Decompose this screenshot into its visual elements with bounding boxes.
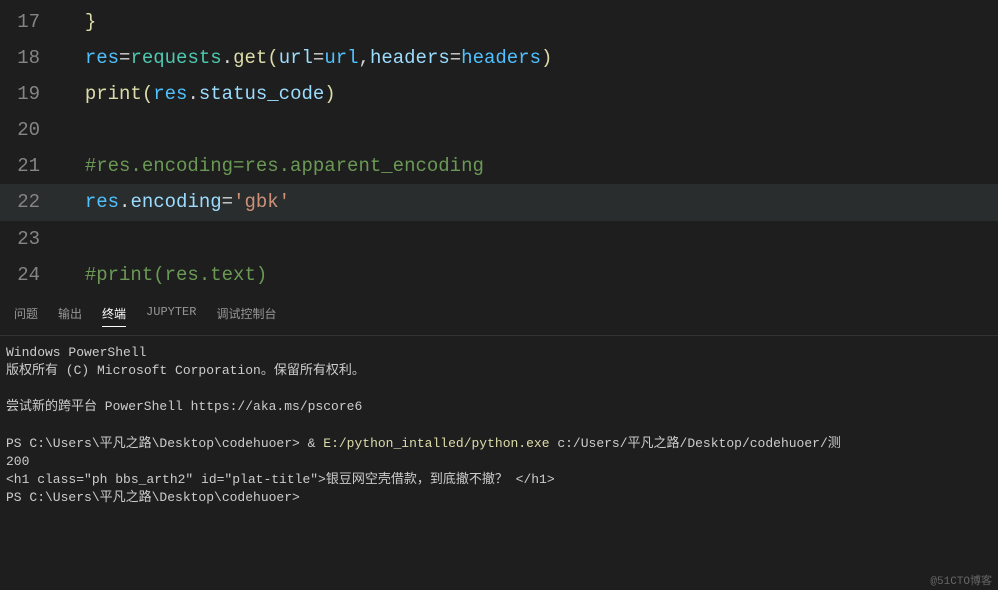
code-content[interactable]: } (62, 4, 998, 40)
tab-jupyter[interactable]: JUPYTER (146, 305, 196, 327)
line-number: 22 (0, 184, 62, 220)
line-number: 18 (0, 40, 62, 76)
panel-tabs: 问题 输出 终端 JUPYTER 调试控制台 (0, 297, 998, 336)
code-content[interactable]: print(res.status_code) (62, 76, 998, 112)
code-content[interactable]: res=requests.get(url=url,headers=headers… (62, 40, 998, 76)
line-number: 19 (0, 76, 62, 112)
terminal-output-line: <h1 class="ph bbs_arth2" id="plat-title"… (6, 471, 992, 489)
code-line[interactable]: 21 #res.encoding=res.apparent_encoding (0, 148, 998, 184)
code-content[interactable]: res.encoding='gbk' (62, 184, 998, 220)
line-number: 20 (0, 112, 62, 148)
terminal-output-line (6, 417, 992, 435)
tab-output[interactable]: 输出 (58, 305, 82, 327)
code-line[interactable]: 22 res.encoding='gbk' (0, 184, 998, 220)
code-line[interactable]: 20 (0, 112, 998, 148)
code-line[interactable]: 17 } (0, 4, 998, 40)
code-editor[interactable]: 17 }18 res=requests.get(url=url,headers=… (0, 0, 998, 297)
line-number: 23 (0, 221, 62, 257)
tab-debug[interactable]: 调试控制台 (216, 305, 276, 327)
code-line[interactable]: 24 #print(res.text) (0, 257, 998, 293)
terminal-output-line: 200 (6, 453, 992, 471)
terminal-output-line: Windows PowerShell (6, 344, 992, 362)
terminal-output-line: 版权所有 (C) Microsoft Corporation。保留所有权利。 (6, 362, 992, 380)
terminal-prompt[interactable]: PS C:\Users\平凡之路\Desktop\codehuoer> (6, 489, 992, 507)
line-number: 17 (0, 4, 62, 40)
terminal-output-line (6, 380, 992, 398)
line-number: 21 (0, 148, 62, 184)
code-line[interactable]: 18 res=requests.get(url=url,headers=head… (0, 40, 998, 76)
code-line[interactable]: 23 (0, 221, 998, 257)
code-content[interactable]: #print(res.text) (62, 257, 998, 293)
tab-problems[interactable]: 问题 (14, 305, 38, 327)
code-content[interactable]: #res.encoding=res.apparent_encoding (62, 148, 998, 184)
terminal[interactable]: Windows PowerShell 版权所有 (C) Microsoft Co… (0, 336, 998, 516)
terminal-command-line: PS C:\Users\平凡之路\Desktop\codehuoer> & E:… (6, 435, 992, 453)
tab-terminal[interactable]: 终端 (102, 305, 126, 327)
watermark: @51CTO博客 (930, 572, 992, 588)
code-line[interactable]: 19 print(res.status_code) (0, 76, 998, 112)
terminal-output-line: 尝试新的跨平台 PowerShell https://aka.ms/pscore… (6, 398, 992, 416)
line-number: 24 (0, 257, 62, 293)
